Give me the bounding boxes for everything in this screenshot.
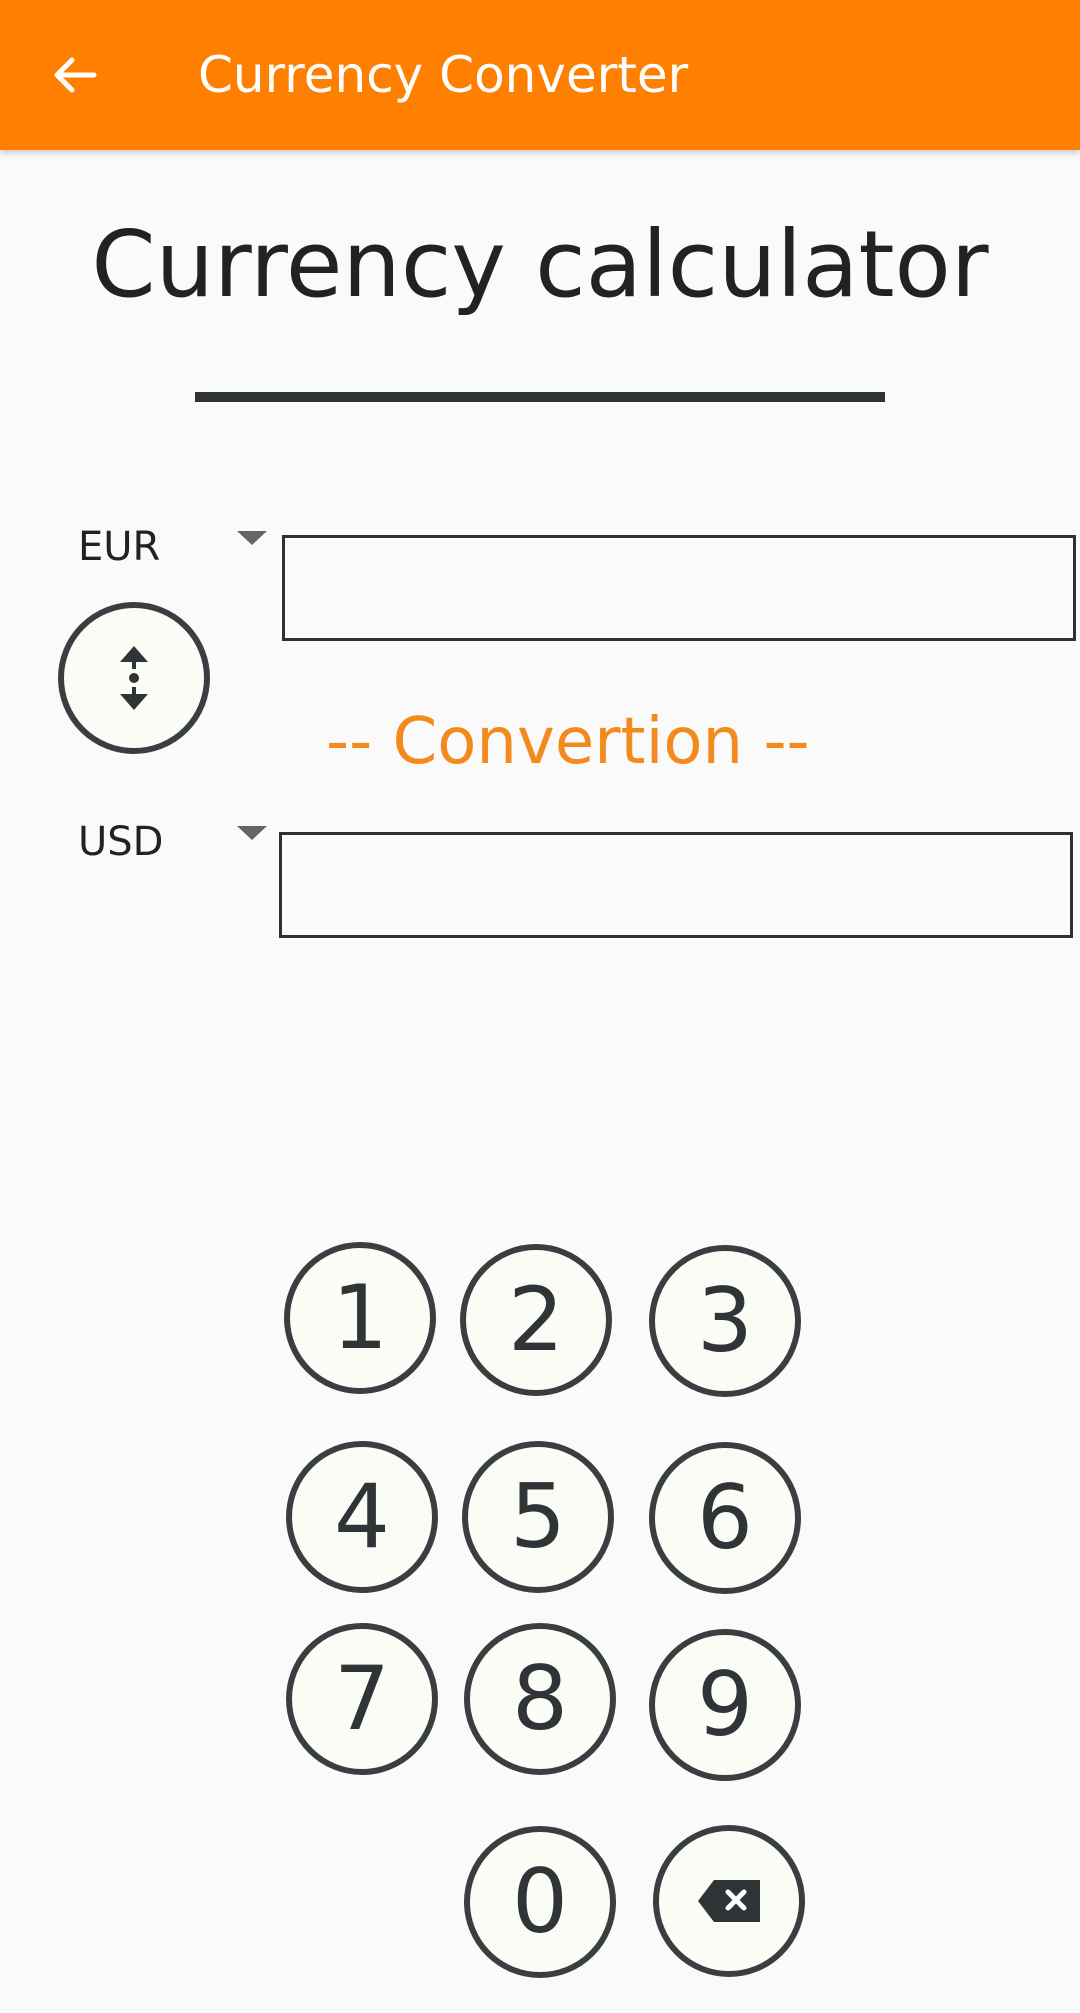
app-title: Currency Converter: [198, 46, 689, 104]
to-currency-code: USD: [78, 819, 164, 865]
key-0[interactable]: 0: [464, 1826, 616, 1978]
from-currency-code: EUR: [78, 524, 161, 570]
arrow-left-icon: [54, 57, 97, 93]
key-4[interactable]: 4: [286, 1441, 438, 1593]
swap-currencies-button[interactable]: [58, 602, 210, 754]
key-5[interactable]: 5: [462, 1441, 614, 1593]
backspace-icon: [698, 1880, 760, 1922]
swap-vertical-icon: [120, 646, 148, 710]
key-7[interactable]: 7: [286, 1623, 438, 1775]
backspace-button[interactable]: [653, 1825, 805, 1977]
to-amount-input[interactable]: [279, 832, 1073, 938]
page-title: Currency calculator: [91, 211, 989, 318]
back-button[interactable]: [40, 40, 110, 110]
chevron-down-icon: [237, 826, 267, 840]
key-3[interactable]: 3: [649, 1245, 801, 1397]
to-currency-dropdown[interactable]: USD: [60, 810, 275, 870]
chevron-down-icon: [237, 531, 267, 545]
key-6[interactable]: 6: [649, 1442, 801, 1594]
key-2[interactable]: 2: [460, 1244, 612, 1396]
key-1[interactable]: 1: [284, 1242, 436, 1394]
from-currency-dropdown[interactable]: EUR: [60, 515, 275, 575]
from-amount-input[interactable]: [282, 535, 1076, 641]
title-divider: [195, 392, 885, 402]
key-9[interactable]: 9: [649, 1629, 801, 1781]
app-bar: Currency Converter: [0, 0, 1080, 150]
key-8[interactable]: 8: [464, 1623, 616, 1775]
conversion-label: -- Convertion --: [326, 705, 810, 779]
